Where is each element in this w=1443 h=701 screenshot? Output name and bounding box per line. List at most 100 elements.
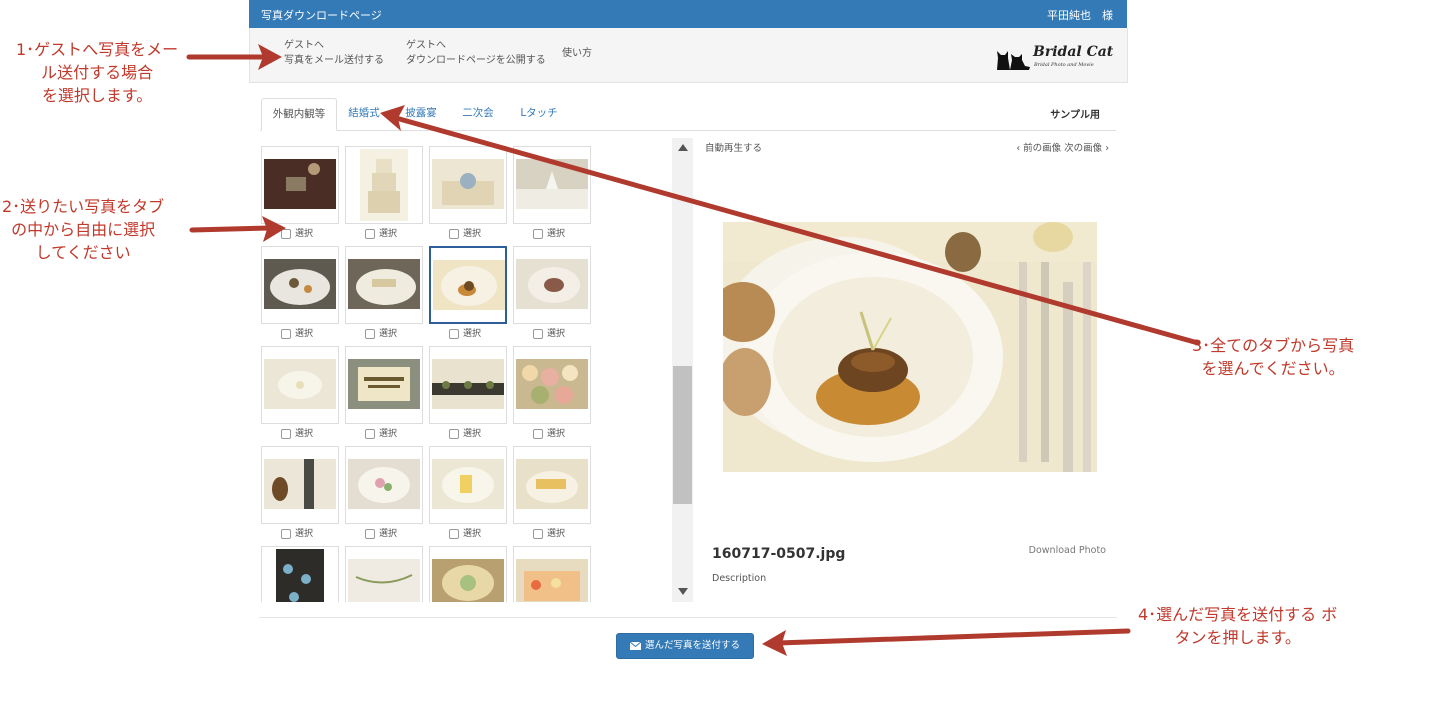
select-option[interactable]: 選択: [281, 328, 313, 340]
select-option[interactable]: 選択: [281, 428, 313, 440]
autoplay-link[interactable]: 自動再生する: [705, 140, 762, 154]
tab-ceremony[interactable]: 結婚式: [342, 98, 386, 129]
select-option[interactable]: 選択: [365, 228, 397, 240]
annotation-step-4: 4･選んだ写真を送付する ボ タンを押します。: [1138, 605, 1338, 647]
select-checkbox[interactable]: [281, 328, 291, 339]
photo-item: 選択: [513, 446, 591, 539]
photo-thumbnail[interactable]: [513, 546, 591, 602]
main-photo[interactable]: [723, 222, 1097, 472]
photo-thumbnail[interactable]: [429, 546, 507, 602]
select-checkbox[interactable]: [365, 228, 375, 239]
photo-thumbnail[interactable]: [513, 146, 591, 224]
photo-thumbnail[interactable]: [261, 246, 339, 324]
nav-item-line1: ゲストへ: [406, 40, 446, 51]
nav-bar: ゲストへ 写真をメール送付する ゲストへ ダウンロードページを公開する 使い方 …: [249, 28, 1128, 83]
select-option[interactable]: 選択: [281, 528, 313, 540]
select-checkbox[interactable]: [449, 528, 459, 539]
select-option[interactable]: 選択: [449, 328, 481, 340]
select-option[interactable]: 選択: [449, 528, 481, 540]
select-option[interactable]: 選択: [533, 428, 565, 440]
photo-item: 選択: [261, 146, 339, 239]
select-option[interactable]: 選択: [449, 228, 481, 240]
scroll-up-arrow-icon: [677, 144, 688, 151]
page-title: 写真ダウンロードページ: [261, 9, 382, 22]
photo-thumbnail[interactable]: [513, 246, 591, 324]
select-checkbox[interactable]: [365, 528, 375, 539]
previous-image-link[interactable]: ‹ 前の画像: [1016, 143, 1061, 154]
photo-thumbnail[interactable]: [345, 346, 423, 424]
photo-image: [516, 159, 588, 209]
photo-item: [513, 546, 591, 602]
tab-exterior-interior[interactable]: 外観内観等: [261, 98, 337, 131]
photo-item: [429, 546, 507, 602]
select-option[interactable]: 選択: [533, 328, 565, 340]
photo-thumbnail[interactable]: [429, 346, 507, 424]
select-option[interactable]: 選択: [365, 528, 397, 540]
photo-thumbnail[interactable]: [345, 246, 423, 324]
select-checkbox[interactable]: [533, 428, 543, 439]
photo-thumbnail[interactable]: [345, 446, 423, 524]
photo-thumbnail[interactable]: [345, 546, 423, 602]
photo-image: [432, 159, 504, 209]
photo-thumbnail[interactable]: [261, 546, 339, 602]
photo-thumbnail[interactable]: [429, 446, 507, 524]
photo-item: 選択: [345, 146, 423, 239]
select-checkbox[interactable]: [533, 528, 543, 539]
nav-item-line2: 写真をメール送付する: [284, 55, 384, 66]
select-label: 選択: [463, 529, 482, 539]
scroll-thumb[interactable]: [673, 366, 692, 504]
photo-item: [261, 546, 339, 602]
select-checkbox[interactable]: [365, 328, 375, 339]
select-checkbox[interactable]: [449, 228, 459, 239]
photo-thumbnail[interactable]: [261, 146, 339, 224]
select-checkbox[interactable]: [533, 228, 543, 239]
select-option[interactable]: 選択: [449, 428, 481, 440]
select-label: 選択: [463, 229, 482, 239]
tab-after-party[interactable]: 二次会: [456, 98, 500, 129]
select-checkbox[interactable]: [449, 428, 459, 439]
scroll-up-button[interactable]: [672, 138, 693, 158]
photo-thumbnail-selected[interactable]: [429, 246, 507, 324]
select-checkbox[interactable]: [533, 328, 543, 339]
photo-item: 選択: [513, 146, 591, 239]
photo-item: 選択: [429, 346, 507, 439]
photo-image: [516, 559, 588, 602]
select-checkbox[interactable]: [281, 228, 291, 239]
tab-reception[interactable]: 披露宴: [398, 98, 444, 129]
select-checkbox[interactable]: [281, 428, 291, 439]
photo-thumbnail[interactable]: [429, 146, 507, 224]
photo-item: 選択: [345, 346, 423, 439]
brand-subtitle: Bridal Photo and Movie: [1034, 62, 1094, 68]
photo-thumbnail[interactable]: [513, 446, 591, 524]
photo-item: 選択: [261, 246, 339, 339]
next-image-link[interactable]: 次の画像 ›: [1064, 143, 1109, 154]
select-checkbox[interactable]: [281, 528, 291, 539]
send-selected-photos-button[interactable]: 選んだ写真を送付する: [616, 633, 754, 659]
photo-thumbnail[interactable]: [261, 346, 339, 424]
select-option[interactable]: 選択: [281, 228, 313, 240]
select-checkbox[interactable]: [365, 428, 375, 439]
select-option[interactable]: 選択: [365, 328, 397, 340]
annotation-step-3: 3･全てのタブから写真 を選んでください。: [1192, 336, 1355, 378]
select-option[interactable]: 選択: [533, 228, 565, 240]
select-option[interactable]: 選択: [365, 428, 397, 440]
photo-description: Description: [712, 573, 767, 584]
select-checkbox[interactable]: [449, 328, 459, 339]
photo-item: 選択: [429, 446, 507, 539]
nav-how-to-use[interactable]: 使い方: [562, 46, 592, 61]
scroll-down-button[interactable]: [672, 582, 693, 602]
photo-thumbnail[interactable]: [513, 346, 591, 424]
select-option[interactable]: 選択: [533, 528, 565, 540]
gallery-scrollbar[interactable]: [672, 138, 693, 602]
tab-l-touch[interactable]: Lタッチ: [514, 98, 564, 129]
download-photo-link[interactable]: Download Photo: [1029, 545, 1106, 556]
photo-thumbnail[interactable]: [261, 446, 339, 524]
photo-thumbnail[interactable]: [345, 146, 423, 224]
nav-send-photos-by-email[interactable]: ゲストへ 写真をメール送付する: [284, 38, 384, 68]
photo-image: [516, 359, 588, 409]
photo-image: [360, 149, 408, 221]
photo-image: [348, 559, 420, 602]
select-label: 選択: [547, 429, 566, 439]
select-label: 選択: [463, 329, 482, 339]
nav-publish-download-page[interactable]: ゲストへ ダウンロードページを公開する: [406, 38, 546, 68]
